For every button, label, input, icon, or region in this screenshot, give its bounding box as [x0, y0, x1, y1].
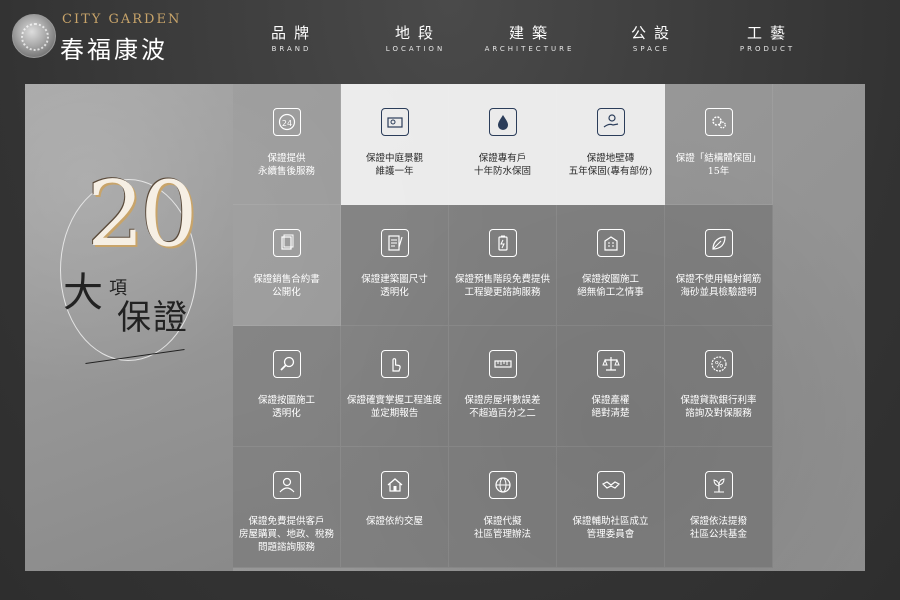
nav-location[interactable]: 地段 LOCATION: [364, 22, 464, 53]
guarantee-cell[interactable]: 保證「結構體保固」 15年: [665, 84, 773, 205]
guarantee-text: 保證代擬 社區管理辦法: [473, 516, 531, 540]
guarantee-text: 保證確實掌握工程進度 並定期報告: [346, 395, 442, 419]
guarantee-cell[interactable]: 保證按圖施工 透明化: [233, 326, 341, 447]
nav-product-zh: 工藝: [746, 24, 793, 42]
guarantee-cell[interactable]: 保證房屋坪數誤差 不超過百分之二: [449, 326, 557, 447]
guarantee-text: 保證專有戶 十年防水保固: [473, 153, 531, 177]
guarantee-text: 保證銷售合約書 公開化: [253, 274, 320, 298]
guarantee-text: 保證建築圖尺寸 透明化: [361, 274, 428, 298]
house-icon: [381, 471, 409, 499]
guarantee-cell[interactable]: 保證確實掌握工程進度 並定期報告: [341, 326, 449, 447]
nav-architecture-en: ARCHITECTURE: [484, 45, 575, 53]
guarantee-cell[interactable]: 24 保證提供 永續售後服務: [233, 84, 341, 205]
guarantee-cell[interactable]: 保證依法提撥 社區公共基金: [665, 447, 773, 568]
logo-chinese: 春福康波: [60, 36, 168, 64]
guarantee-text: 保證按圖施工 透明化: [257, 395, 315, 419]
nav-product-en: PRODUCT: [739, 45, 796, 53]
guarantee-text: 保證依約交屋: [365, 516, 423, 527]
guarantee-cell[interactable]: 保證按圖施工 絕無偷工之情事: [557, 205, 665, 326]
nav-product[interactable]: 工藝 PRODUCT: [716, 22, 816, 53]
leaf-icon: [705, 229, 733, 257]
guarantee-text: 保證地壁磚 五年保固(專有部份): [568, 153, 653, 177]
guarantee-text: 保證「結構體保固」 15年: [675, 153, 762, 177]
guarantee-text: 保證不使用輻射鋼筋 海砂並具檢驗證明: [675, 274, 762, 298]
guarantee-text: 保證產權 絕對清楚: [591, 395, 630, 419]
consultant-icon: [273, 471, 301, 499]
pointer-icon: [381, 350, 409, 378]
guarantee-text: 保證提供 永續售後服務: [257, 153, 315, 177]
blueprint-icon: [381, 229, 409, 257]
guarantee-cell[interactable]: 保證免費提供客戶 房屋購買、地政、稅務 問題諮詢服務: [233, 447, 341, 568]
hand-coin-icon: [597, 108, 625, 136]
header: CITY GARDEN 春福康波 品牌 BRAND 地段 LOCATION 建築…: [0, 0, 900, 78]
globe-icon: [489, 471, 517, 499]
logo[interactable]: CITY GARDEN 春福康波: [12, 10, 182, 66]
nav-architecture[interactable]: 建築 ARCHITECTURE: [478, 22, 578, 53]
logo-english: CITY GARDEN: [62, 12, 182, 27]
nav-space[interactable]: 公設 SPACE: [600, 22, 700, 53]
guarantee-text: 保證中庭景觀 維護一年: [365, 153, 423, 177]
nav-brand[interactable]: 品牌 BRAND: [240, 22, 340, 53]
guarantee-cell[interactable]: 保證中庭景觀 維護一年: [341, 84, 449, 205]
battery-icon: [489, 229, 517, 257]
svg-text:%: %: [715, 361, 724, 371]
magnifier-icon: [273, 350, 301, 378]
document-icon: [273, 229, 301, 257]
guarantee-text: 保證貸款銀行利率 諮詢及對保服務: [680, 395, 757, 419]
guarantee-grid: 24 保證提供 永續售後服務 保證中庭景觀 維護一年 保證專有戶 十年防水保固 保證地壁…: [233, 84, 865, 571]
guarantee-cell[interactable]: 保證預售階段免費提供 工程變更諮詢服務: [449, 205, 557, 326]
hero-baozheng: 保證: [117, 298, 189, 338]
handshake-icon: [597, 471, 625, 499]
hero-panel: 20 大 項 保證: [25, 84, 233, 571]
nav-brand-zh: 品牌: [270, 24, 317, 42]
guarantee-text: 保證輔助社區成立 管理委員會: [572, 516, 649, 540]
guarantee-cell[interactable]: 保證地壁磚 五年保固(專有部份): [557, 84, 665, 205]
guarantee-cell[interactable]: 保證銷售合約書 公開化: [233, 205, 341, 326]
money-plant-icon: [705, 471, 733, 499]
nav-location-en: LOCATION: [385, 45, 446, 53]
guarantee-text: 保證房屋坪數誤差 不超過百分之二: [464, 395, 541, 419]
guarantee-cell[interactable]: % 保證貸款銀行利率 諮詢及對保服務: [665, 326, 773, 447]
nav-brand-en: BRAND: [271, 45, 312, 53]
guarantee-board: 20 大 項 保證 24 保證提供 永續售後服務 保證中庭景觀 維護一年 保證專有戶 …: [25, 84, 865, 571]
hero-da: 大: [63, 270, 103, 316]
nav-architecture-zh: 建築: [508, 24, 555, 42]
guarantee-cell[interactable]: 保證輔助社區成立 管理委員會: [557, 447, 665, 568]
guarantee-cell[interactable]: 保證依約交屋: [341, 447, 449, 568]
nav-space-zh: 公設: [630, 24, 677, 42]
guarantee-cell[interactable]: 保證不使用輻射鋼筋 海砂並具檢驗證明: [665, 205, 773, 326]
water-drop-icon: [489, 108, 517, 136]
svg-text:24: 24: [282, 119, 292, 128]
logo-emblem-icon: [12, 14, 56, 58]
scale-icon: [597, 350, 625, 378]
24h-icon: 24: [273, 108, 301, 136]
building-icon: [597, 229, 625, 257]
landscape-icon: [381, 108, 409, 136]
guarantee-cell[interactable]: 保證專有戶 十年防水保固: [449, 84, 557, 205]
nav-space-en: SPACE: [632, 45, 671, 53]
gears-icon: [705, 108, 733, 136]
guarantee-text: 保證依法提撥 社區公共基金: [689, 516, 747, 540]
hero-number: 20: [87, 162, 198, 267]
guarantee-text: 保證免費提供客戶 房屋購買、地政、稅務 問題諮詢服務: [238, 516, 334, 553]
guarantee-cell[interactable]: 保證建築圖尺寸 透明化: [341, 205, 449, 326]
guarantee-text: 保證預售階段免費提供 工程變更諮詢服務: [454, 274, 550, 298]
guarantee-text: 保證按圖施工 絕無偷工之情事: [577, 274, 644, 298]
percent-icon: %: [705, 350, 733, 378]
guarantee-cell[interactable]: 保證產權 絕對清楚: [557, 326, 665, 447]
nav-location-zh: 地段: [394, 24, 441, 42]
guarantee-cell[interactable]: 保證代擬 社區管理辦法: [449, 447, 557, 568]
ruler-icon: [489, 350, 517, 378]
